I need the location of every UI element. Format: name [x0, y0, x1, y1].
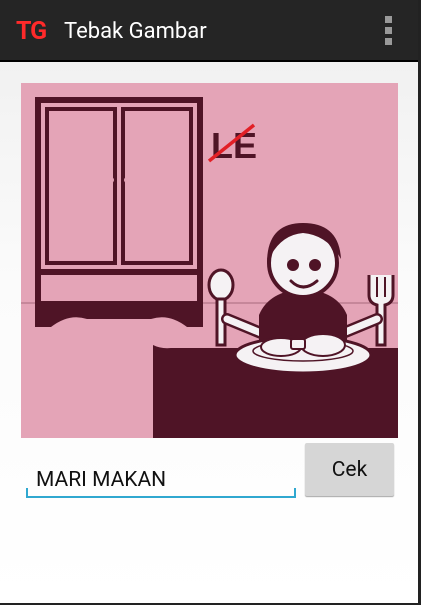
- app-screen: TG Tebak Gambar LE MARI MAKAN Cek: [0, 0, 418, 603]
- answer-input[interactable]: [26, 464, 296, 498]
- child-illustration: [207, 223, 395, 375]
- action-bar: TG Tebak Gambar: [0, 0, 418, 62]
- hint-text: LE: [211, 125, 257, 166]
- main-content: LE MARI MAKAN Cek: [0, 62, 418, 603]
- puzzle-image: LE: [21, 83, 398, 438]
- app-title: Tebak Gambar: [64, 19, 207, 44]
- input-underline-corner: [26, 488, 28, 498]
- cupboard-illustration: [35, 97, 203, 327]
- overflow-dot: [385, 38, 392, 45]
- app-logo: TG: [16, 17, 47, 46]
- input-underline-corner: [294, 488, 296, 498]
- overflow-dot: [385, 16, 392, 23]
- check-button[interactable]: Cek: [305, 443, 394, 496]
- hint-letters: LE: [207, 123, 257, 166]
- overflow-menu-icon[interactable]: [384, 16, 394, 48]
- overflow-dot: [385, 27, 392, 34]
